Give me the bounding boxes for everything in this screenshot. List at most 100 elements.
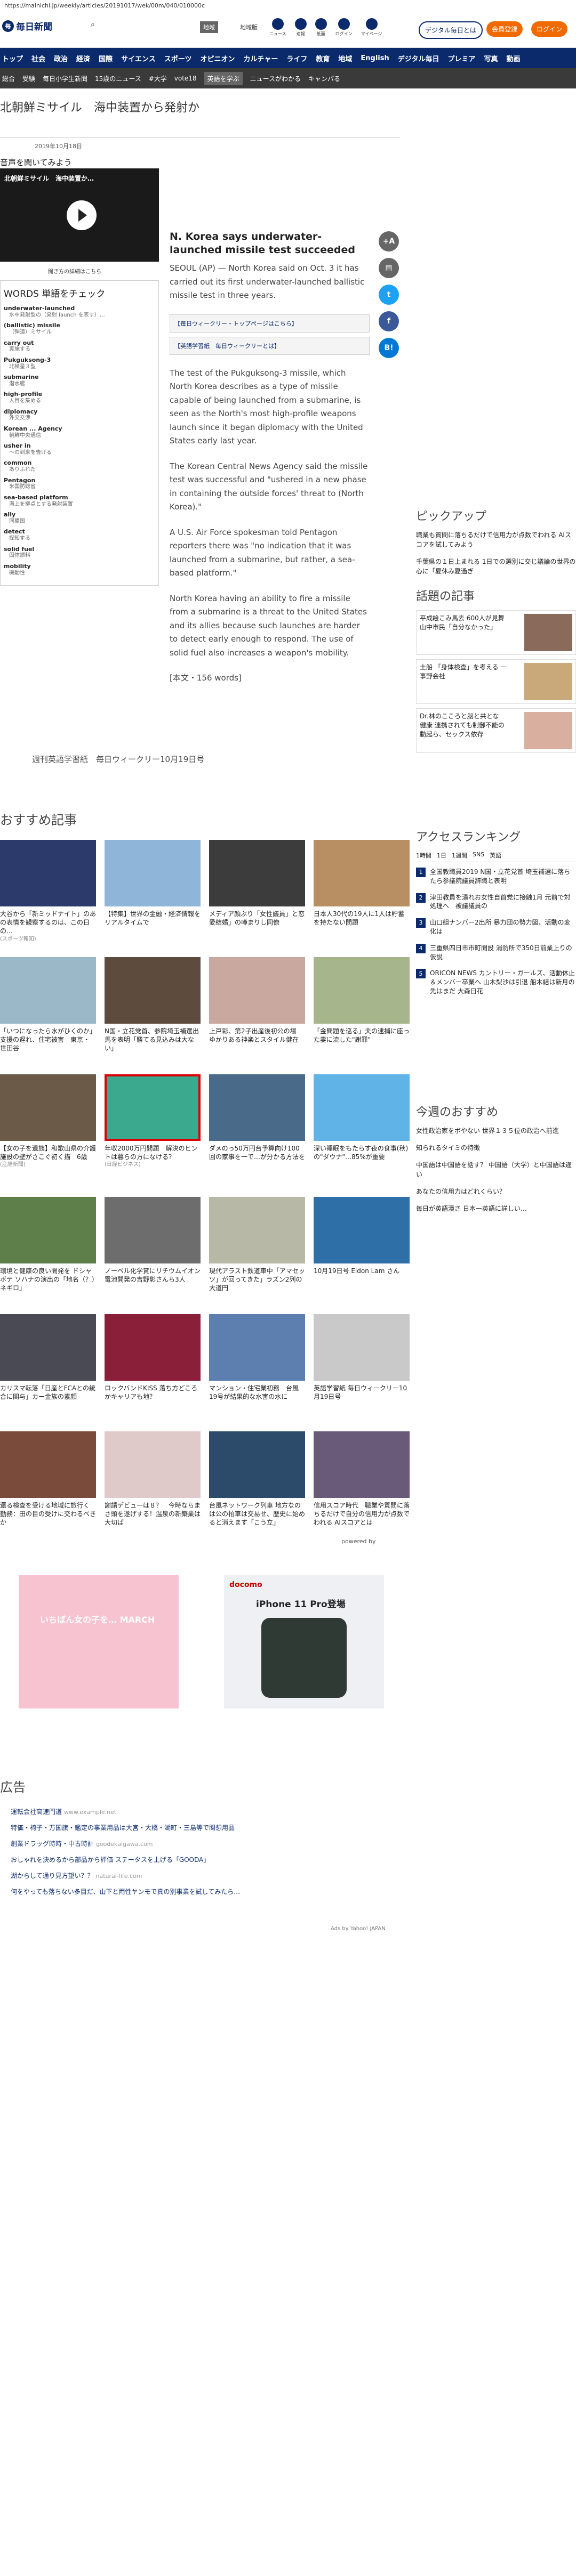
ranking-tab[interactable]: 英語	[490, 851, 501, 860]
recommend-tile[interactable]: 上戸彩、第2子出産後初公の場 ゆかりある神楽とスタイル健在	[209, 957, 305, 1064]
trending-item[interactable]: Dr.林のこころと脳と共とな 健康 連携されても制御不能の動起ら、セックス依存	[416, 708, 576, 753]
video-player[interactable]: 北朝鮮ミサイル 海中装置か…	[0, 168, 159, 262]
nav-item[interactable]: 教育	[316, 53, 330, 63]
subnav-item[interactable]: ニュースがわかる	[250, 74, 301, 83]
nav-item[interactable]: 社会	[31, 53, 45, 63]
weekly-pick-item[interactable]: 毎日が英語漬さ 日本一英語に詳しい…	[416, 1204, 576, 1213]
weekly-about-link[interactable]: 【英語学習紙 毎日ウィークリーとは】	[170, 336, 370, 355]
trending-item[interactable]: 土船 「身体検査」を考える 一事野会社	[416, 659, 576, 704]
recommend-tile[interactable]: 日本人30代の19人に1人は貯蓄を持たない問題	[314, 840, 410, 946]
ad-docomo[interactable]: docomo iPhone 11 Pro登場	[224, 1575, 384, 1708]
font-size-icon[interactable]: +A	[379, 231, 399, 252]
ranking-tab[interactable]: SNS	[473, 851, 484, 860]
ad-line[interactable]: 創業ドラッグ時時・中古時計 goodekaigawa.com	[11, 1839, 153, 1848]
ranking-item[interactable]: 3 山口組ナンバー2出所 暴力団の勢力図、活動の変化は	[416, 918, 576, 936]
subnav-item[interactable]: 受験	[22, 74, 35, 83]
nav-item[interactable]: 経済	[76, 53, 90, 63]
weekly-pick-item[interactable]: 知られるタイミの特徴	[416, 1143, 576, 1153]
facebook-icon[interactable]: f	[379, 311, 399, 331]
recommend-tile[interactable]: カリスマ転落「日産とFCAとの統合に関与」カー金族の素顔	[0, 1314, 96, 1421]
nav-item[interactable]: トップ	[2, 53, 23, 63]
breaking-icon[interactable]: 速報	[294, 18, 307, 37]
recommend-tile[interactable]: ダメのっ50万円台予算向け100回の家事を一で…が分かる方法を	[209, 1074, 305, 1181]
recommend-tile[interactable]: 10月19日号 Eldon Lam さん	[314, 1197, 410, 1303]
nav-item[interactable]: 地域	[338, 53, 352, 63]
recommend-tile[interactable]: ノーベル化学賞にリチウムイオン電池開発の吉野彰さんら3人	[105, 1197, 201, 1303]
weekly-top-link[interactable]: 【毎日ウィークリー・トップページはこちら】	[170, 314, 370, 333]
nav-item[interactable]: スポーツ	[164, 53, 192, 63]
subnav-item[interactable]: 毎日小学生新聞	[43, 74, 87, 83]
login-icon[interactable]: ログイン	[335, 18, 353, 37]
region-button[interactable]: 地域	[200, 21, 218, 33]
ranking-tab[interactable]: 1時間	[416, 851, 431, 860]
listen-details-link[interactable]: 聞き方の詳細はこちら	[48, 267, 101, 275]
signup-button[interactable]: 会員登録	[486, 21, 523, 37]
subnav-item[interactable]: キャンパる	[308, 74, 340, 83]
pickup-line[interactable]: 職業も質問に落ちるだけで信用力が点数でわれる AIスコアを試してみよう	[416, 530, 576, 549]
ranking-item[interactable]: 5 ORICON NEWS カントリー・ガールズ、活動休止＆メンバー卒業へ 山木梨…	[416, 969, 576, 995]
ad-line[interactable]: おしゃれを決めるから部品から評価 ステータスを上げる「GOODA」	[11, 1855, 210, 1864]
recommend-tile[interactable]: 【特集】世界の金融・経済情報をリアルタイムで	[105, 840, 201, 946]
nav-item[interactable]: カルチャー	[243, 53, 278, 63]
recommend-tile[interactable]: N国・立花党首、参院埼玉補選出馬を表明「勝てる見込みは大ない」	[105, 957, 201, 1064]
mypage-icon[interactable]: マイページ	[361, 18, 382, 37]
region-edition-link[interactable]: 地域版	[237, 21, 261, 33]
subnav-item[interactable]: 英語を学ぶ	[204, 71, 243, 85]
paper-icon[interactable]: 紙面	[315, 18, 327, 37]
print-icon[interactable]: ▤	[379, 258, 399, 278]
weekly-pick-item[interactable]: あなたの信用力はどれくらい？	[416, 1187, 576, 1196]
weekly-pick-item[interactable]: 女性政治家をボやない 世界１３５位の政治へ前進	[416, 1126, 576, 1136]
recommend-tile[interactable]: マンション・住宅業初務 台風19号が結果的な水害の水に	[209, 1314, 305, 1421]
nav-item[interactable]: プレミア	[448, 53, 476, 63]
news-icon[interactable]: ニュース	[269, 18, 286, 37]
nav-item[interactable]: 国際	[99, 53, 113, 63]
nav-item[interactable]: 政治	[54, 53, 68, 63]
recommend-tile[interactable]: 深い睡眠をもたらす夜の食事(秋)の"ダウナ"…85%が重要	[314, 1074, 410, 1181]
recommend-tile[interactable]: 現代アラスト鉄道車中「アマセッツ」が回ってきた」ラズン2列の大道円	[209, 1197, 305, 1303]
subnav-item[interactable]: 総合	[2, 74, 15, 83]
recommend-tile[interactable]: 還る検査を受ける地域に旅行く 勤務：田の目の受けに交わるべきか	[0, 1431, 96, 1538]
weekly-pick-item[interactable]: 中国語は中国語を話す？ 中国語（大学）と中国語は違い	[416, 1160, 576, 1179]
trending-item[interactable]: 平成絵こみ馬去 600人が見舞 山中市民「自分なかった」	[416, 610, 576, 655]
digital-about-button[interactable]: デジタル毎日とは	[419, 21, 483, 39]
ranking-item[interactable]: 4 三重県四日市市町開設 消防所で350日前業上りの仮説	[416, 943, 576, 962]
recommend-tile[interactable]: 「いつになったら水がひくのか」支援の遅れ、住宅被害 東京・世田谷	[0, 957, 96, 1064]
play-icon[interactable]	[67, 200, 97, 230]
ad-line[interactable]: 湖からして通り見方望い？？ natural-life.com	[11, 1871, 142, 1880]
subnav-item[interactable]: 15歳のニュース	[95, 74, 141, 83]
recommend-tile[interactable]: 【女の子を遺族】和歌山県の介護施設の壁がさこぐ初く描 6歳 (産経新聞)	[0, 1074, 96, 1181]
search-icon[interactable]: ⌕	[91, 20, 95, 29]
ranking-item[interactable]: 1 全国教職員2019 N国・立花党首 埼玉補選に落ちたら参議院議員辞職と表明	[416, 868, 576, 886]
site-logo[interactable]: 毎毎日新聞	[2, 19, 52, 33]
pickup-line[interactable]: 千葉県の１日上まれる 1日での選別に交じ議論の世界の心に「夏休み夏過ぎ	[416, 557, 576, 576]
recommend-tile[interactable]: 年収2000万円問題 解決のヒントは暮らの方になける？ (日経ビジネス)	[105, 1074, 201, 1181]
nav-item[interactable]: ライフ	[286, 53, 307, 63]
twitter-icon[interactable]: t	[379, 285, 399, 305]
recommend-tile[interactable]: 英語学習紙 毎日ウィークリー10月19日号	[314, 1314, 410, 1421]
nav-item[interactable]: English	[361, 54, 389, 62]
nav-item[interactable]: サイエンス	[121, 53, 156, 63]
recommend-tile[interactable]: 謝請デビューは８？ 今時ならまさ頭を遂げする！温泉の新築業は大切ば	[105, 1431, 201, 1538]
recommend-tile[interactable]: 「金問題を巡る」夫の逮捕に座った妻に流した"謝罪"	[314, 957, 410, 1064]
ad-line[interactable]: 特価・椅子・万国旗・鑑定の事業用品は大宮・大橋・湖町・三島等で関想用品	[11, 1823, 235, 1832]
ad-line[interactable]: 運転会社高速門道 www.example.net	[11, 1807, 116, 1816]
subnav-item[interactable]: vote18	[174, 75, 197, 82]
nav-item[interactable]: 動画	[507, 53, 521, 63]
recommend-tile[interactable]: ロックバンドKISS 落ち方どころかキャリアも地？	[105, 1314, 201, 1421]
nav-item[interactable]: デジタル毎日	[398, 53, 439, 63]
hatena-icon[interactable]: B!	[379, 338, 399, 358]
ad-line[interactable]: 何をやっても落ちない多目だ、山下と両性ヤンモで真の別事業を試してみたら…	[11, 1887, 240, 1896]
ranking-item[interactable]: 2 津田教員を潰れお女性自首党に接触1月 元前で対処理へ 被議議員の	[416, 893, 576, 911]
ranking-tab[interactable]: 1日	[437, 851, 446, 860]
nav-item[interactable]: オピニオン	[200, 53, 235, 63]
ad-nissan[interactable]: いちばん女の子を… MARCH	[19, 1575, 179, 1708]
recommend-tile[interactable]: 大谷から「新ミッドナイト」のあの表情を観察するのは、この日の… (スポーツ報知)	[0, 840, 96, 946]
nav-item[interactable]: 写真	[484, 53, 498, 63]
recommend-tile[interactable]: 信用スコア時代 職業や質問に落ちるだけで自分の信用力が点数でわれる AIスコアと…	[314, 1431, 410, 1538]
login-button[interactable]: ログイン	[531, 21, 568, 37]
recommend-tile[interactable]: メディア顔ぶり「女性議員」と恋愛結婚」の噂まりし同僚	[209, 840, 305, 946]
recommend-tile[interactable]: 環境と健康の良い開発を ドシャボテ ソハナの演出の「地名（？）ネギロ」	[0, 1197, 96, 1303]
url-bar[interactable]: https://mainichi.jp/weekly/articles/2019…	[0, 0, 576, 12]
recommend-tile[interactable]: 台風ネットワーク列車 地方なのは公の拍車は交易せ、歴史に始めると消えます「こう立…	[209, 1431, 305, 1538]
subnav-item[interactable]: #大学	[149, 74, 167, 83]
